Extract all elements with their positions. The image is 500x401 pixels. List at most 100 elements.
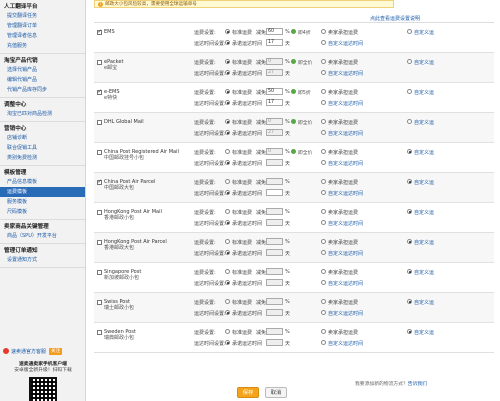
discount-input[interactable]: 50 — [266, 88, 283, 95]
custom-shipping-radio[interactable] — [407, 299, 412, 304]
free-shipping-radio[interactable] — [321, 209, 326, 214]
custom-shipping-link[interactable]: 自定义运 — [414, 299, 434, 306]
sidebar-item[interactable]: 管理翻译订单 — [0, 21, 85, 31]
standard-shipping-radio[interactable] — [225, 29, 230, 34]
custom-time-radio[interactable] — [321, 190, 326, 195]
days-input[interactable]: 17 — [266, 99, 283, 106]
sidebar-item[interactable]: 代销产品库存同步 — [0, 85, 85, 95]
custom-shipping-link[interactable]: 自定义运 — [414, 59, 434, 66]
custom-shipping-link[interactable]: 自定义运 — [414, 329, 434, 336]
promo-text[interactable]: 速卖通官方客服 — [11, 348, 46, 355]
discount-input[interactable]: 60 — [266, 28, 283, 35]
days-input[interactable] — [266, 219, 283, 226]
standard-shipping-radio[interactable] — [225, 59, 230, 64]
promised-time-radio[interactable] — [225, 190, 230, 195]
promised-time-radio[interactable] — [225, 220, 230, 225]
free-shipping-radio[interactable] — [321, 59, 326, 64]
days-input[interactable] — [266, 339, 283, 346]
sidebar-item[interactable]: 选择代销产品 — [0, 65, 85, 75]
shipping-help-link[interactable]: 点此查看运费设置说明 — [370, 15, 420, 22]
custom-time-link[interactable]: 自定义运达时间 — [328, 250, 363, 257]
promised-time-radio[interactable] — [225, 70, 230, 75]
custom-time-link[interactable]: 自定义运达时间 — [328, 340, 363, 347]
sidebar-item[interactable]: 编辑代销产品 — [0, 75, 85, 85]
sidebar-item[interactable]: 运费模板 — [0, 187, 85, 197]
service-checkbox[interactable] — [97, 240, 102, 245]
service-checkbox[interactable] — [97, 270, 102, 275]
free-shipping-radio[interactable] — [321, 29, 326, 34]
custom-time-link[interactable]: 自定义运达时间 — [328, 40, 363, 47]
days-input[interactable]: 27 — [266, 129, 283, 136]
days-input[interactable] — [266, 309, 283, 316]
custom-shipping-link[interactable]: 自定义运 — [414, 209, 434, 216]
custom-time-link[interactable]: 自定义运达时间 — [328, 220, 363, 227]
custom-shipping-radio[interactable] — [407, 239, 412, 244]
custom-shipping-link[interactable]: 自定义运 — [414, 239, 434, 246]
discount-input[interactable] — [266, 328, 283, 335]
free-shipping-radio[interactable] — [321, 299, 326, 304]
custom-shipping-link[interactable]: 自定义运 — [414, 89, 434, 96]
service-checkbox[interactable] — [97, 89, 102, 95]
standard-shipping-radio[interactable] — [225, 299, 230, 304]
custom-shipping-radio[interactable] — [407, 179, 412, 184]
custom-time-link[interactable]: 自定义运达时间 — [328, 100, 363, 107]
custom-shipping-link[interactable]: 自定义运 — [414, 29, 434, 36]
custom-time-radio[interactable] — [321, 310, 326, 315]
free-shipping-radio[interactable] — [321, 239, 326, 244]
tell-us-link[interactable]: 告诉我们 — [408, 382, 427, 387]
custom-shipping-link[interactable]: 自定义运 — [414, 149, 434, 156]
discount-input[interactable] — [266, 298, 283, 305]
custom-time-link[interactable]: 自定义运达时间 — [328, 160, 363, 167]
standard-shipping-radio[interactable] — [225, 239, 230, 244]
service-checkbox[interactable] — [97, 29, 102, 35]
custom-shipping-radio[interactable] — [407, 149, 412, 154]
service-checkbox[interactable] — [97, 120, 102, 125]
sidebar-item[interactable]: 提交翻译任务 — [0, 11, 85, 21]
standard-shipping-radio[interactable] — [225, 209, 230, 214]
custom-shipping-radio[interactable] — [407, 89, 412, 94]
custom-time-radio[interactable] — [321, 220, 326, 225]
standard-shipping-radio[interactable] — [225, 329, 230, 334]
discount-input[interactable] — [266, 238, 283, 245]
service-checkbox[interactable] — [97, 210, 102, 215]
discount-input[interactable] — [266, 178, 283, 185]
custom-shipping-radio[interactable] — [407, 209, 412, 214]
custom-shipping-radio[interactable] — [407, 269, 412, 274]
custom-shipping-link[interactable]: 自定义运 — [414, 179, 434, 186]
sidebar-item[interactable]: 服务模板 — [0, 197, 85, 207]
sidebar-item[interactable]: 设置通知方式 — [0, 255, 85, 265]
service-checkbox[interactable] — [97, 179, 102, 185]
promised-time-radio[interactable] — [225, 100, 230, 105]
free-shipping-radio[interactable] — [321, 179, 326, 184]
custom-shipping-radio[interactable] — [407, 59, 412, 64]
standard-shipping-radio[interactable] — [225, 179, 230, 184]
custom-time-radio[interactable] — [321, 340, 326, 345]
free-shipping-radio[interactable] — [321, 89, 326, 94]
follow-button[interactable]: 关注 — [49, 347, 63, 355]
standard-shipping-radio[interactable] — [225, 89, 230, 94]
sidebar-item[interactable]: 类别免费检测 — [0, 153, 85, 163]
custom-time-radio[interactable] — [321, 70, 326, 75]
promised-time-radio[interactable] — [225, 40, 230, 45]
free-shipping-radio[interactable] — [321, 149, 326, 154]
custom-time-link[interactable]: 自定义运达时间 — [328, 310, 363, 317]
custom-time-link[interactable]: 自定义运达时间 — [328, 70, 363, 77]
service-checkbox[interactable] — [97, 150, 102, 155]
free-shipping-radio[interactable] — [321, 269, 326, 274]
discount-input[interactable]: 0 — [266, 58, 283, 65]
custom-time-radio[interactable] — [321, 100, 326, 105]
custom-time-radio[interactable] — [321, 250, 326, 255]
custom-time-radio[interactable] — [321, 130, 326, 135]
custom-shipping-link[interactable]: 自定义运 — [414, 269, 434, 276]
days-input[interactable] — [266, 279, 283, 286]
discount-input[interactable]: 0 — [266, 148, 283, 155]
promised-time-radio[interactable] — [225, 160, 230, 165]
promised-time-radio[interactable] — [225, 130, 230, 135]
custom-shipping-link[interactable]: 自定义运 — [414, 119, 434, 126]
custom-time-link[interactable]: 自定义运达时间 — [328, 190, 363, 197]
discount-input[interactable] — [266, 268, 283, 275]
promised-time-radio[interactable] — [225, 250, 230, 255]
service-checkbox[interactable] — [97, 330, 102, 335]
custom-time-radio[interactable] — [321, 40, 326, 45]
sidebar-item[interactable]: 产品信息模板 — [0, 177, 85, 187]
